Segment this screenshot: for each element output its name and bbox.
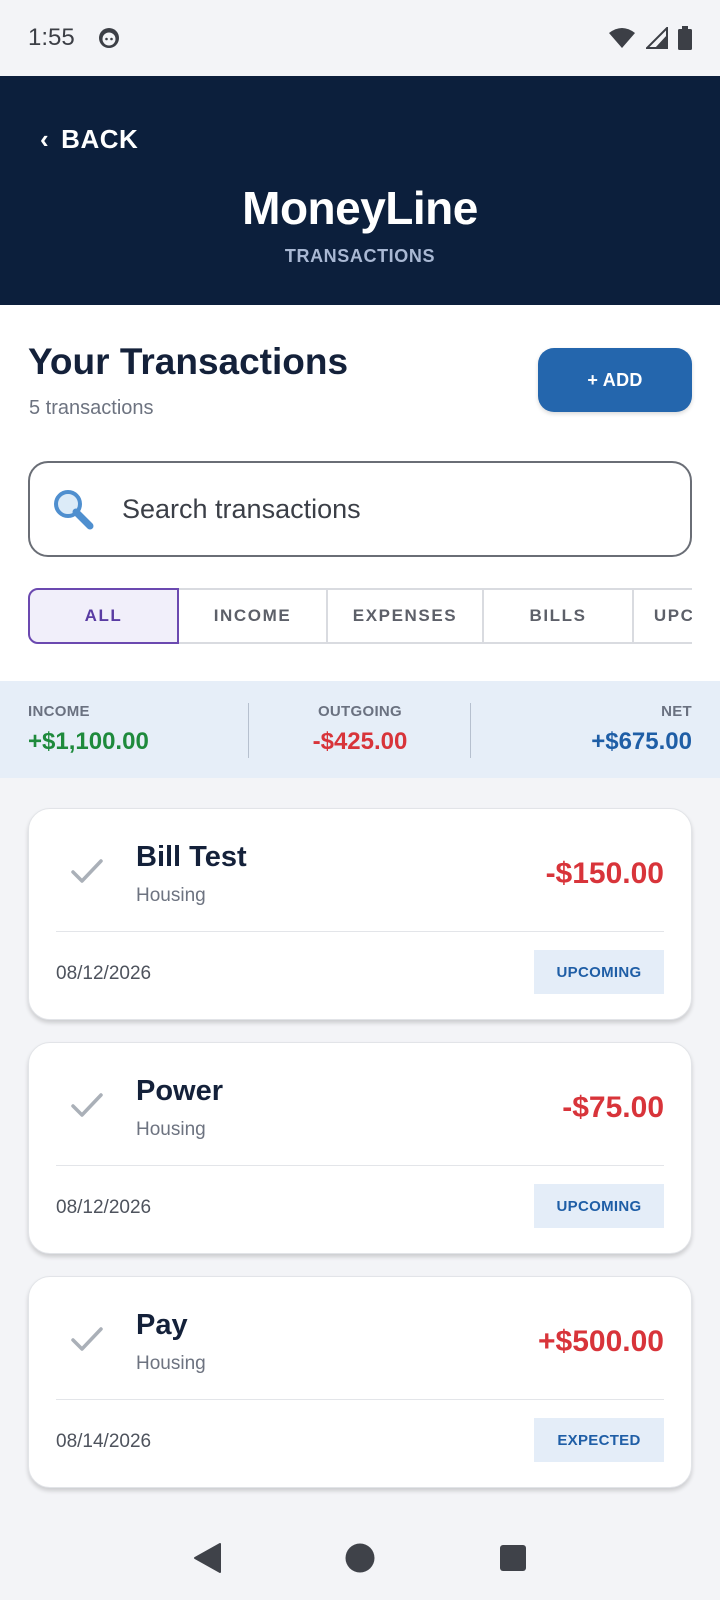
app-subtitle: TRANSACTIONS	[284, 246, 436, 266]
transaction-name: Bill Test	[136, 841, 247, 873]
transaction-name: Power	[136, 1075, 224, 1107]
transaction-card[interactable]: Power Housing -$75.00 08/12/2026 UPCOMIN…	[28, 1042, 692, 1254]
back-label: BACK	[61, 124, 139, 154]
back-button[interactable]: ‹ BACK	[40, 124, 138, 155]
wifi-icon	[609, 28, 635, 48]
top-section: Your Transactions 5 transactions + ADD A…	[0, 305, 720, 681]
content-area: Your Transactions 5 transactions + ADD A…	[0, 305, 720, 1515]
transaction-amount: +$500.00	[538, 1325, 664, 1358]
check-icon[interactable]	[69, 853, 105, 889]
filter-tab-expenses[interactable]: EXPENSES	[326, 588, 484, 644]
summary-income: INCOME +$1,100.00	[0, 681, 249, 778]
search-input[interactable]	[122, 493, 642, 525]
app-title: MoneyLine	[242, 182, 478, 234]
nav-back-button[interactable]	[187, 1538, 227, 1578]
signal-icon	[646, 27, 668, 49]
transaction-category: Housing	[136, 885, 206, 906]
filter-tabs: ALL INCOME EXPENSES BILLS UPCOMING	[28, 588, 692, 644]
filter-tab-income[interactable]: INCOME	[177, 588, 328, 644]
check-icon[interactable]	[69, 1087, 105, 1123]
home-circle-icon	[345, 1543, 375, 1572]
summary-divider	[470, 703, 471, 758]
status-badge: EXPECTED	[534, 1418, 664, 1462]
summary-outgoing-label: OUTGOING	[317, 703, 403, 720]
filter-tab-upcoming[interactable]: UPCOMING	[632, 588, 692, 644]
filter-tab-bills[interactable]: BILLS	[482, 588, 634, 644]
summary-net-value: +$675.00	[591, 728, 692, 755]
app-header: ‹ BACK MoneyLine TRANSACTIONS	[0, 76, 720, 305]
filter-tab-all[interactable]: ALL	[28, 588, 179, 644]
summary-bar: INCOME +$1,100.00 OUTGOING -$425.00 NET …	[0, 681, 720, 778]
recents-square-icon	[500, 1544, 527, 1571]
divider	[56, 1165, 664, 1166]
summary-outgoing-value: -$425.00	[312, 728, 408, 755]
transaction-name: Pay	[136, 1309, 188, 1341]
status-time: 1:55	[28, 24, 75, 51]
summary-outgoing: OUTGOING -$425.00	[249, 681, 470, 778]
summary-income-value: +$1,100.00	[28, 728, 149, 755]
status-bar: 1:55	[0, 0, 720, 76]
divider	[56, 931, 664, 932]
summary-net: NET +$675.00	[471, 681, 720, 778]
transaction-date: 08/12/2026	[56, 963, 152, 984]
transaction-amount: -$150.00	[545, 857, 664, 890]
transaction-category: Housing	[136, 1119, 206, 1140]
transaction-count: 5 transactions	[29, 397, 154, 419]
transaction-date: 08/14/2026	[56, 1431, 152, 1452]
battery-icon	[678, 26, 692, 50]
transaction-card[interactable]: Pay Housing +$500.00 08/14/2026 EXPECTED	[28, 1276, 692, 1488]
status-badge: UPCOMING	[534, 1184, 664, 1228]
search-box[interactable]	[28, 461, 692, 557]
check-icon[interactable]	[69, 1321, 105, 1357]
chevron-left-icon: ‹	[40, 124, 50, 154]
summary-net-label: NET	[661, 703, 692, 720]
transaction-category: Housing	[136, 1353, 206, 1374]
transaction-date: 08/12/2026	[56, 1197, 152, 1218]
add-transaction-button[interactable]: + ADD	[538, 348, 692, 412]
transaction-list: Bill Test Housing -$150.00 08/12/2026 UP…	[28, 808, 692, 1510]
system-nav-bar	[0, 1515, 720, 1600]
nav-recents-button[interactable]	[493, 1538, 533, 1578]
back-triangle-icon	[193, 1542, 221, 1573]
page-title: Your Transactions	[28, 341, 349, 382]
summary-income-label: INCOME	[28, 703, 90, 720]
face-icon	[98, 28, 119, 48]
search-icon	[54, 490, 94, 530]
status-badge: UPCOMING	[534, 950, 664, 994]
summary-divider	[248, 703, 249, 758]
nav-home-button[interactable]	[340, 1538, 380, 1578]
divider	[56, 1399, 664, 1400]
transaction-amount: -$75.00	[562, 1091, 664, 1124]
transaction-card[interactable]: Bill Test Housing -$150.00 08/12/2026 UP…	[28, 808, 692, 1020]
